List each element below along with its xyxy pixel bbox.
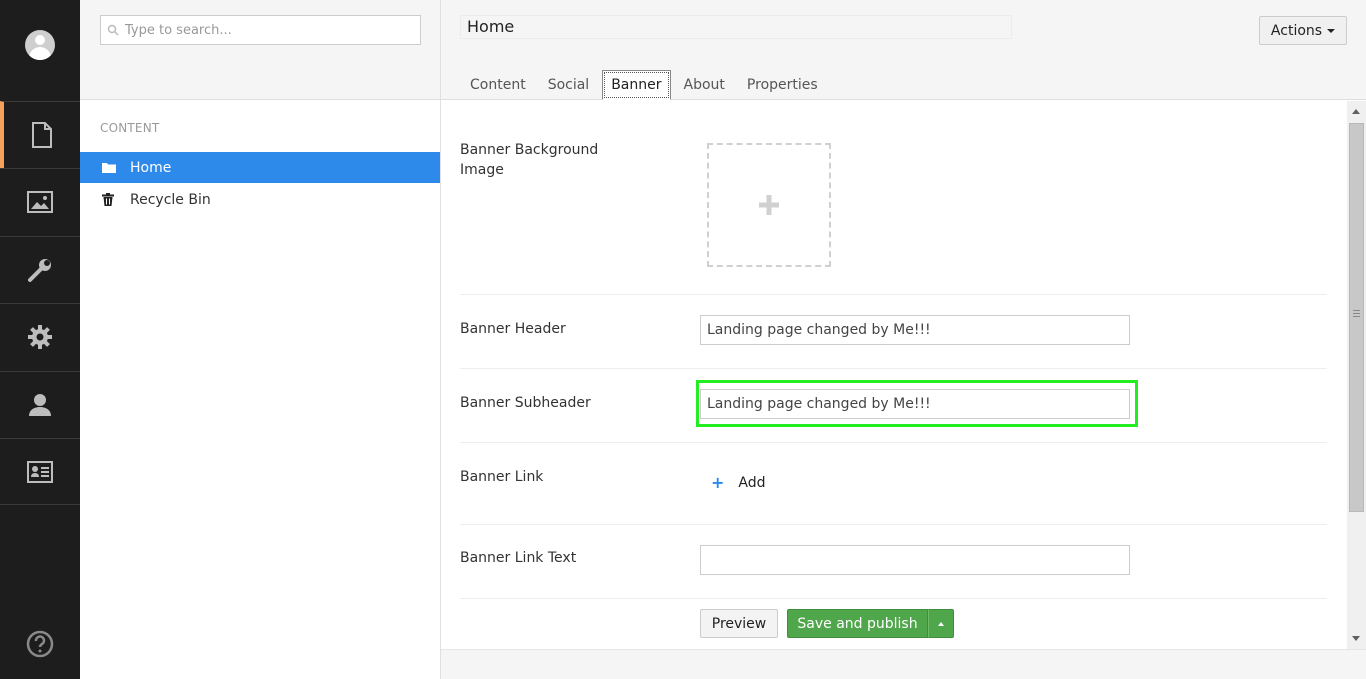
search-icon [107, 24, 119, 36]
page-name-input[interactable]: Home [460, 15, 1012, 39]
search-input[interactable] [125, 21, 415, 39]
image-picker[interactable] [707, 143, 831, 267]
editor-body: Banner Background Image Banner Header Ba… [441, 101, 1347, 649]
media-image-icon [27, 191, 53, 213]
banner-link-text-input[interactable] [700, 545, 1130, 575]
add-label: Add [738, 474, 766, 491]
scroll-thumb[interactable] [1349, 123, 1364, 512]
publish-options-button[interactable] [928, 609, 954, 638]
save-and-publish-button[interactable]: Save and publish [787, 609, 928, 638]
section-content[interactable] [0, 101, 80, 168]
bg-image-label: Banner Background Image [460, 142, 599, 178]
developer-gear-icon [28, 325, 52, 349]
divider [460, 294, 1327, 295]
divider [460, 442, 1327, 443]
section-settings[interactable] [0, 236, 80, 303]
tab-social[interactable]: Social [539, 70, 599, 100]
editor-scrollbar[interactable] [1347, 101, 1366, 649]
members-card-icon [27, 460, 53, 483]
link-text-label: Banner Link Text [460, 550, 577, 566]
search-box[interactable] [100, 15, 421, 45]
tree-item-label: Home [130, 159, 172, 176]
folder-icon [102, 162, 118, 173]
users-person-icon [29, 394, 51, 416]
tree-section-label: CONTENT [100, 121, 160, 135]
editor-tabs: Content Social Banner About Properties [461, 70, 831, 100]
settings-wrench-icon [28, 259, 51, 282]
tree-item-label: Recycle Bin [130, 191, 211, 208]
help-button[interactable] [26, 630, 54, 658]
add-link-button[interactable]: + Add [711, 473, 766, 492]
scroll-up-arrow-icon[interactable] [1352, 109, 1360, 114]
banner-header-input[interactable] [700, 315, 1130, 345]
tree-item-recycle-bin[interactable]: Recycle Bin [80, 184, 440, 215]
header-label: Banner Header [460, 321, 566, 337]
subheader-label: Banner Subheader [460, 395, 591, 411]
app-sidebar [0, 0, 80, 679]
actions-button[interactable]: Actions [1259, 16, 1347, 45]
section-members[interactable] [0, 438, 80, 505]
tree-item-home[interactable]: Home [80, 152, 440, 183]
plus-icon [759, 195, 779, 215]
plus-icon: + [711, 473, 725, 492]
caret-up-icon [938, 621, 944, 626]
editor-header: Home Actions Content Social Banner About… [441, 0, 1366, 100]
tab-content[interactable]: Content [461, 70, 535, 100]
tab-about[interactable]: About [675, 70, 734, 100]
divider [460, 524, 1327, 525]
content-tree-panel: CONTENT Home Recycle Bin [80, 0, 441, 679]
preview-button[interactable]: Preview [700, 609, 778, 638]
section-developer[interactable] [0, 303, 80, 370]
tree-header [80, 0, 440, 100]
editor-footer [441, 649, 1366, 679]
section-users[interactable] [0, 371, 80, 438]
tab-banner[interactable]: Banner [602, 70, 671, 100]
section-media[interactable] [0, 168, 80, 235]
caret-down-icon [1327, 28, 1336, 33]
divider [460, 598, 1327, 599]
tab-properties[interactable]: Properties [738, 70, 827, 100]
divider [460, 368, 1327, 369]
user-avatar[interactable] [25, 30, 55, 60]
content-document-icon [32, 122, 52, 148]
scroll-down-arrow-icon[interactable] [1352, 636, 1360, 641]
actions-label: Actions [1270, 22, 1323, 39]
link-label: Banner Link [460, 469, 544, 485]
help-question-icon [26, 630, 54, 658]
trash-icon [102, 193, 118, 206]
banner-subheader-input[interactable] [700, 389, 1130, 419]
